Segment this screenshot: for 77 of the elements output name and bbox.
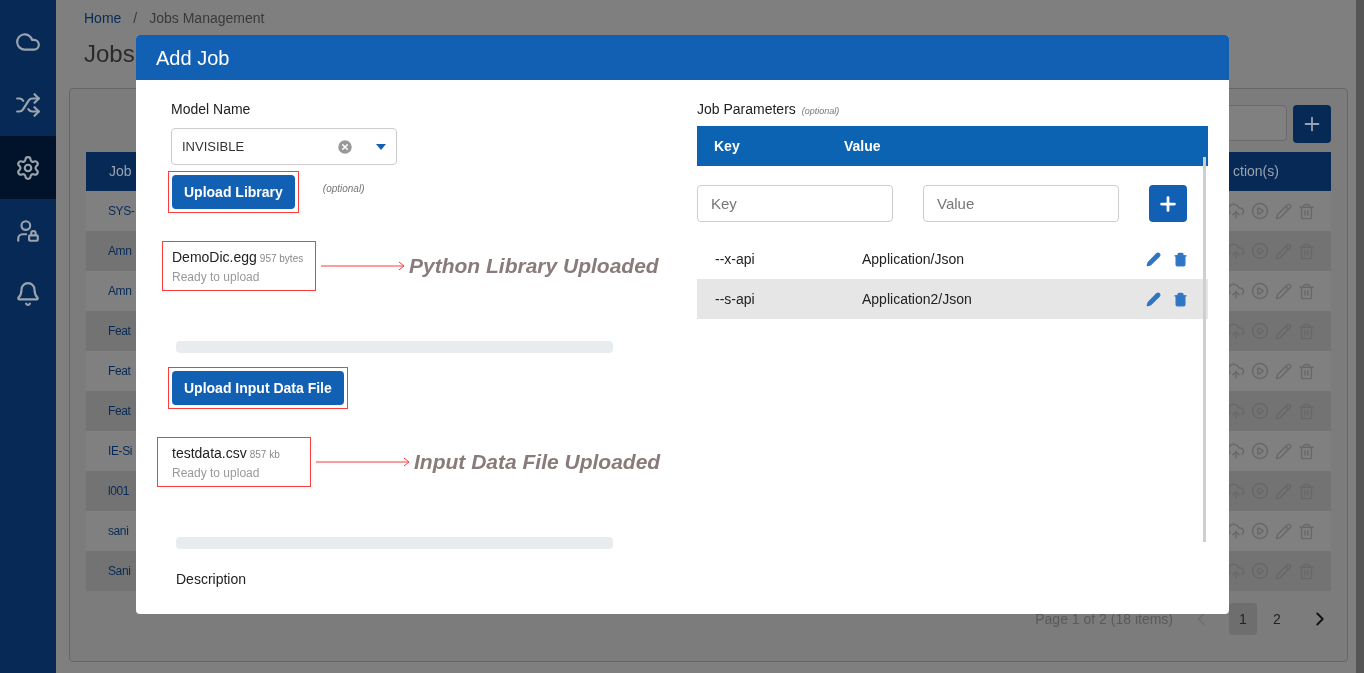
- cloud-upload-icon[interactable]: [1227, 322, 1245, 340]
- table-cell-text: l001: [108, 483, 130, 500]
- optional-note: (optional): [322, 182, 365, 196]
- parameter-row[interactable]: --x-api Application/Json: [697, 239, 1208, 279]
- column-header: Key: [713, 136, 741, 156]
- column-header: Value: [844, 136, 881, 156]
- caret-icon[interactable]: [376, 143, 386, 150]
- pencil-icon[interactable]: [1146, 251, 1161, 267]
- breadcrumb-link[interactable]: Home: [84, 7, 122, 29]
- field-label: Job Parameters: [697, 100, 796, 119]
- cloud-upload-icon[interactable]: [1227, 442, 1245, 460]
- table-cell-text: Feat: [108, 323, 131, 340]
- play-icon[interactable]: [1251, 202, 1269, 220]
- select-value: INVISIBLE: [182, 137, 246, 156]
- field-label: Description: [176, 570, 248, 589]
- add-parameter-button[interactable]: [1149, 185, 1187, 222]
- annotation-text: Python Library Uploaded: [409, 253, 659, 280]
- cloud-upload-icon[interactable]: [1227, 202, 1245, 220]
- upload-button[interactable]: Upload Library: [172, 175, 295, 209]
- cloud-upload-icon[interactable]: [1227, 482, 1245, 500]
- field-label: Model Name: [171, 100, 252, 119]
- upload-button[interactable]: Upload Input Data File: [172, 371, 344, 405]
- play-icon[interactable]: [1251, 522, 1269, 540]
- table-cell-text: sani: [108, 523, 129, 540]
- clear-icon[interactable]: [336, 137, 354, 156]
- play-icon[interactable]: [1251, 282, 1269, 300]
- cloud-upload-icon[interactable]: [1227, 562, 1245, 580]
- file-name: testdata.csv: [172, 443, 247, 463]
- table-cell-text: Amn: [108, 243, 132, 260]
- column-header: ction(s): [1233, 162, 1280, 181]
- table-cell-text: Feat: [108, 363, 131, 380]
- breadcrumb-current: Jobs Management: [149, 8, 265, 28]
- value-input[interactable]: Value: [923, 185, 1119, 222]
- cloud-upload-icon[interactable]: [1227, 522, 1245, 540]
- cloud-upload-icon[interactable]: [1227, 362, 1245, 380]
- trash-icon[interactable]: [1173, 251, 1188, 267]
- table-cell-text: Application/Json: [862, 249, 965, 269]
- file-status: Ready to upload: [172, 268, 261, 286]
- cloud-upload-icon[interactable]: [1227, 242, 1245, 260]
- table-cell-text: Sani: [108, 563, 131, 580]
- cloud-upload-icon[interactable]: [1227, 402, 1245, 420]
- arrow-icon: [316, 457, 410, 467]
- table-cell-text: Amn: [108, 283, 132, 300]
- arrow-icon: [321, 261, 405, 271]
- table-cell-text: Feat: [108, 403, 131, 420]
- file-size: 957 bytes: [259, 251, 304, 266]
- table-cell-text: Application2/Json: [862, 289, 973, 309]
- gear-icon: [15, 154, 41, 181]
- annotation-text: Input Data File Uploaded: [414, 449, 661, 476]
- trash-icon[interactable]: [1173, 291, 1188, 307]
- model-select[interactable]: INVISIBLE: [171, 128, 397, 165]
- page-button[interactable]: 2: [1263, 603, 1291, 635]
- shuffle-icon: [15, 91, 41, 118]
- table-cell-text: --s-api: [714, 289, 756, 309]
- cloud-upload-icon[interactable]: [1227, 282, 1245, 300]
- optional-note: (optional): [801, 105, 840, 118]
- column-header: Job: [109, 162, 132, 181]
- add-button[interactable]: [1293, 105, 1331, 143]
- file-size: 857 kb: [249, 447, 280, 462]
- play-icon[interactable]: [1251, 442, 1269, 460]
- breadcrumb-separator: /: [133, 8, 138, 28]
- user-lock-icon: [15, 217, 41, 244]
- scrollbar[interactable]: [1203, 157, 1206, 542]
- file-name: DemoDic.egg: [172, 247, 257, 267]
- table-cell-text: SYS-: [108, 203, 135, 220]
- key-input[interactable]: Key: [697, 185, 893, 222]
- pencil-icon[interactable]: [1146, 291, 1161, 307]
- table-cell-text: IE-Si: [108, 443, 132, 460]
- table-cell-text: --x-api: [714, 249, 756, 269]
- play-icon[interactable]: [1251, 362, 1269, 380]
- window-scrollbar[interactable]: [1356, 0, 1364, 673]
- sidebar-item[interactable]: [0, 136, 56, 199]
- file-status: Ready to upload: [172, 464, 261, 482]
- page-title: Jobs: [84, 40, 135, 67]
- parameter-row[interactable]: --s-api Application2/Json: [697, 279, 1208, 319]
- dialog-title: Add Job: [156, 45, 230, 71]
- bell-icon: [15, 280, 41, 307]
